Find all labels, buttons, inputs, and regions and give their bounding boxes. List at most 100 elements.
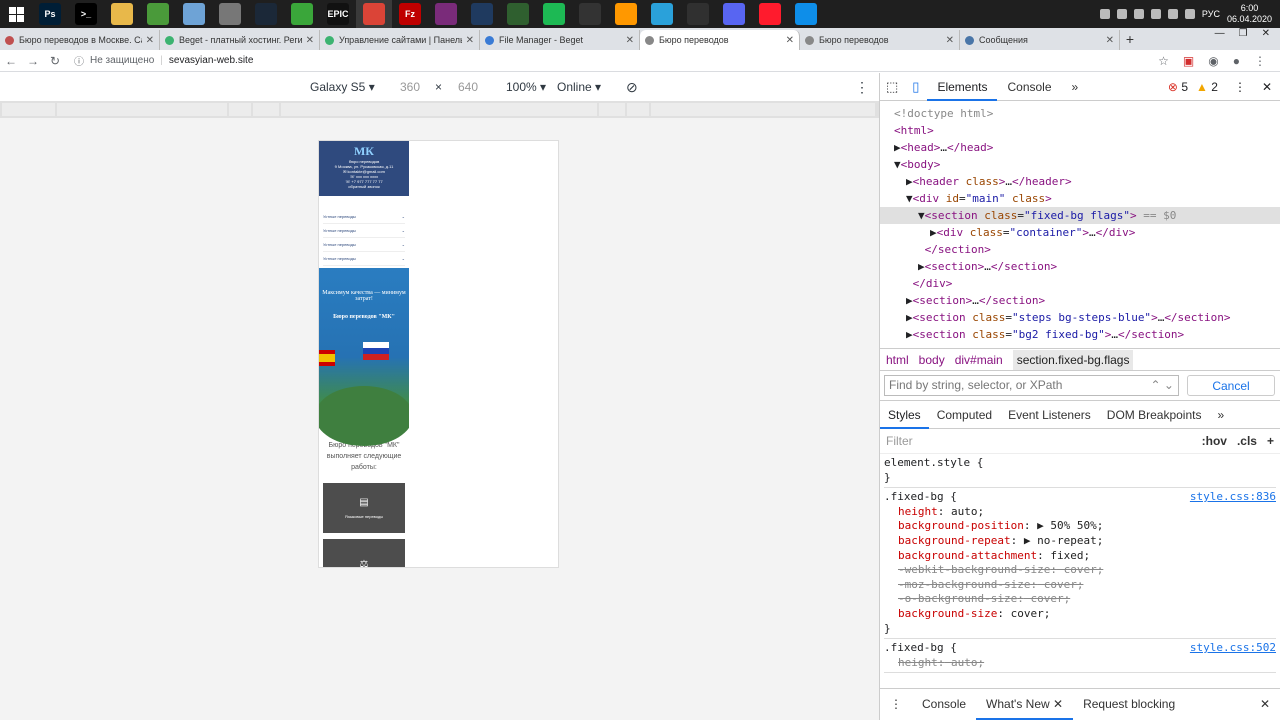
taskbar-app[interactable]: >_ (68, 0, 104, 28)
maximize-icon[interactable]: ❐ (1239, 28, 1248, 39)
drawer-menu-icon[interactable]: ⋮ (880, 689, 912, 720)
cancel-button[interactable]: Cancel (1187, 375, 1275, 396)
tray-icon[interactable] (1116, 9, 1127, 19)
emulated-device-screen[interactable]: МК бюро переводов 9 Москва, ул. Русаковс… (318, 140, 559, 568)
inspect-element-icon[interactable]: ⬚ (880, 79, 904, 95)
menu-icon[interactable]: ⋮ (1254, 54, 1266, 68)
css-property[interactable]: background-repeat: ▶ no-repeat; (884, 534, 1276, 549)
more-tabs-icon[interactable]: » (1062, 73, 1089, 101)
dom-node[interactable]: <html> (880, 122, 1280, 139)
styles-filter-input[interactable]: Filter (886, 434, 913, 448)
css-property[interactable]: -webkit-background-size: cover; (884, 563, 1276, 578)
breadcrumb-item[interactable]: section.fixed-bg.flags (1012, 349, 1134, 370)
dom-node[interactable]: ▼<body> (880, 156, 1280, 173)
zoom-select[interactable]: 100% ▾ (506, 80, 546, 94)
forward-icon[interactable]: → (22, 54, 44, 68)
taskbar-app[interactable]: Ps (32, 0, 68, 28)
browser-tab[interactable]: Управление сайтами | Панель у ✕ (320, 30, 480, 50)
css-selector[interactable]: .fixed-bg { (884, 490, 957, 505)
tab-elements[interactable]: Elements (927, 73, 998, 101)
taskbar-app[interactable] (176, 0, 212, 28)
more-options-icon[interactable]: ⋮ (855, 79, 869, 96)
css-property[interactable]: background-position: ▶ 50% 50%; (884, 519, 1276, 534)
add-rule-icon[interactable]: + (1267, 434, 1274, 448)
css-property[interactable]: height: auto; (884, 505, 1276, 520)
site-menu-item[interactable]: Устные переводы ⌄ (323, 224, 405, 238)
css-property[interactable]: background-size: cover; (884, 607, 1276, 622)
close-drawer-icon[interactable]: ✕ (1250, 689, 1280, 720)
dom-node[interactable]: ▶<section>…</section> (880, 292, 1280, 309)
tray-icon[interactable] (1099, 9, 1110, 19)
tab-close-icon[interactable]: ✕ (626, 35, 634, 46)
taskbar-app[interactable] (752, 0, 788, 28)
service-card[interactable]: ▤ Языковые переводы (323, 483, 405, 533)
profile-avatar[interactable]: ● (1233, 54, 1240, 68)
dom-node[interactable]: ▶<section class="steps bg-steps-blue">…<… (880, 309, 1280, 326)
device-width-input[interactable]: 360 (400, 80, 420, 94)
site-menu-item[interactable]: Устные переводы ⌄ (323, 252, 405, 266)
css-source-link[interactable]: style.css:502 (1190, 641, 1276, 656)
breadcrumb-item[interactable]: body (919, 353, 945, 367)
taskbar-app[interactable] (140, 0, 176, 28)
minimize-icon[interactable]: — (1215, 28, 1225, 39)
css-property[interactable]: height: auto; (884, 656, 1276, 671)
tab-close-icon[interactable]: ✕ (466, 35, 474, 46)
dom-node[interactable]: ▼<section class="fixed-bg flags"> == $0 (880, 207, 1280, 224)
taskbar-app[interactable] (248, 0, 284, 28)
close-window-icon[interactable]: ✕ (1262, 28, 1270, 39)
tab-close-icon[interactable]: ✕ (786, 35, 794, 46)
css-selector[interactable]: .fixed-bg { (884, 641, 957, 656)
taskbar-app[interactable] (212, 0, 248, 28)
taskbar-app[interactable] (284, 0, 320, 28)
hov-toggle[interactable]: :hov (1202, 434, 1227, 448)
bookmark-star-icon[interactable]: ☆ (1158, 54, 1169, 68)
reload-icon[interactable]: ↻ (44, 54, 66, 68)
taskbar-app[interactable] (500, 0, 536, 28)
browser-tab[interactable]: Сообщения ✕ (960, 30, 1120, 50)
dom-node[interactable]: ▶<head>…</head> (880, 139, 1280, 156)
breadcrumb-item[interactable]: div#main (955, 353, 1003, 367)
browser-tab[interactable]: Бюро переводов в Москве. Са ✕ (0, 30, 160, 50)
find-input[interactable]: Find by string, selector, or XPath ⌃ ⌄ (884, 375, 1179, 396)
taskbar-app[interactable] (572, 0, 608, 28)
styles-subtab[interactable]: Computed (929, 401, 1000, 429)
info-icon[interactable]: ⓘ (74, 53, 84, 68)
browser-tab[interactable]: Бюро переводов ✕ (640, 30, 800, 50)
clock[interactable]: 6:00 06.04.2020 (1227, 3, 1272, 25)
tab-close-icon[interactable]: ✕ (306, 35, 314, 46)
css-selector[interactable]: element.style { (884, 456, 983, 471)
taskbar-app[interactable] (356, 0, 392, 28)
device-height-input[interactable]: 640 (458, 80, 478, 94)
dom-node[interactable]: ▶<section>…</section> (880, 258, 1280, 275)
media-query-ruler[interactable] (0, 101, 879, 118)
taskbar-app[interactable] (608, 0, 644, 28)
drawer-tab[interactable]: What's New ✕ (976, 689, 1074, 720)
network-icon[interactable] (1167, 9, 1178, 19)
language-indicator[interactable]: РУС (1202, 9, 1220, 19)
css-property[interactable]: -o-background-size: cover; (884, 592, 1276, 607)
dom-node[interactable]: </section> (880, 241, 1280, 258)
site-logo[interactable]: МК (322, 144, 406, 159)
taskbar-app[interactable] (104, 0, 140, 28)
taskbar-app[interactable]: EPIC (320, 0, 356, 28)
browser-tab[interactable]: Бюро переводов ✕ (800, 30, 960, 50)
drawer-tab[interactable]: Console (912, 689, 976, 720)
dom-node[interactable]: ▶<header class>…</header> (880, 173, 1280, 190)
browser-tab[interactable]: File Manager - Beget ✕ (480, 30, 640, 50)
error-count[interactable]: ⊗ 5 (1168, 80, 1188, 94)
dom-node[interactable]: ▶<div class="container">…</div> (880, 224, 1280, 241)
close-devtools-icon[interactable]: ✕ (1262, 80, 1272, 94)
settings-icon[interactable]: ⋮ (1234, 80, 1246, 94)
breadcrumb-item[interactable]: html (886, 353, 909, 367)
device-select[interactable]: Galaxy S5 ▾ (310, 80, 375, 94)
taskbar-app[interactable] (464, 0, 500, 28)
dom-node[interactable]: ▶<section class="bg2 fixed-bg">…</sectio… (880, 326, 1280, 343)
styles-subtab[interactable]: » (1209, 401, 1232, 429)
taskbar-app[interactable] (428, 0, 464, 28)
start-button[interactable] (0, 0, 32, 28)
browser-tab[interactable]: Beget - платный хостинг. Регист ✕ (160, 30, 320, 50)
service-card[interactable]: ⚖ (323, 539, 405, 567)
tray-icon[interactable] (1133, 9, 1144, 19)
dom-node[interactable]: ▼<div id="main" class> (880, 190, 1280, 207)
styles-subtab[interactable]: Styles (880, 401, 929, 429)
